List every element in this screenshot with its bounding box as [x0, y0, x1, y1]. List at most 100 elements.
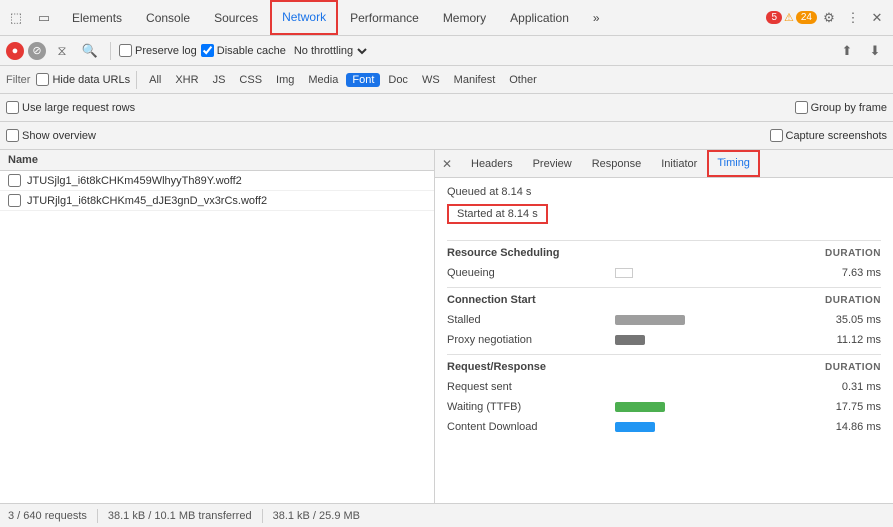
warning-badge: 24 [796, 11, 817, 24]
ttfb-bar-area [615, 400, 803, 414]
file-item-1[interactable]: JTUSjlg1_i6t8kCHKm459WlhyyTh89Y.woff2 [0, 171, 434, 191]
proxy-bar-area [615, 333, 803, 347]
divider [110, 42, 111, 60]
filter-doc[interactable]: Doc [382, 73, 414, 87]
section-resource-scheduling: Resource Scheduling DURATION [447, 240, 881, 263]
queued-at-text: Queued at 8.14 s [447, 186, 881, 198]
throttle-select[interactable]: No throttling [290, 44, 370, 58]
close-panel-button[interactable]: ✕ [437, 154, 457, 174]
tab-sources[interactable]: Sources [202, 0, 270, 35]
options-bar-2: Show overview Capture screenshots [0, 122, 893, 150]
large-rows-label[interactable]: Use large request rows [6, 101, 135, 114]
network-toolbar: ● ⊘ ⧖ 🔍 Preserve log Disable cache No th… [0, 36, 893, 66]
hide-data-urls-checkbox[interactable] [36, 73, 49, 86]
undock-icon[interactable]: ✕ [865, 6, 889, 30]
settings-icon[interactable]: ⚙ [817, 6, 841, 30]
file-name-2: JTURjlg1_i6t8kCHKm45_dJE3gnD_vx3rCs.woff… [27, 195, 267, 207]
stalled-bar [615, 315, 685, 325]
tab-more[interactable]: » [581, 0, 612, 35]
record-button[interactable]: ● [6, 42, 24, 60]
file-list-header: Name [0, 150, 434, 171]
tab-icons: ⬚ ▭ [4, 6, 56, 30]
more-icon[interactable]: ⋮ [841, 6, 865, 30]
preserve-log-label[interactable]: Preserve log [119, 44, 197, 57]
timing-tab-response[interactable]: Response [582, 150, 652, 177]
tab-application[interactable]: Application [498, 0, 581, 35]
requests-count: 3 / 640 requests [8, 510, 87, 522]
queueing-bar-area [615, 266, 803, 280]
preserve-log-checkbox[interactable] [119, 44, 132, 57]
tab-memory[interactable]: Memory [431, 0, 498, 35]
search-icon[interactable]: 🔍 [78, 39, 102, 63]
resources-size: 38.1 kB / 25.9 MB [273, 510, 360, 522]
capture-screenshots-checkbox[interactable] [770, 129, 783, 142]
file-list-panel: Name JTUSjlg1_i6t8kCHKm459WlhyyTh89Y.wof… [0, 150, 435, 503]
filter-manifest[interactable]: Manifest [448, 73, 502, 87]
row-stalled: Stalled 35.05 ms [447, 310, 881, 330]
group-by-frame-label[interactable]: Group by frame [795, 101, 887, 114]
download-bar [615, 422, 655, 432]
large-rows-checkbox[interactable] [6, 101, 19, 114]
filter-css[interactable]: CSS [233, 73, 268, 87]
tab-performance[interactable]: Performance [338, 0, 431, 35]
inspect-icon[interactable]: ⬚ [4, 6, 28, 30]
file-item-2[interactable]: JTURjlg1_i6t8kCHKm45_dJE3gnD_vx3rCs.woff… [0, 191, 434, 211]
tab-console[interactable]: Console [134, 0, 202, 35]
file-checkbox-2[interactable] [8, 194, 21, 207]
filter-label: Filter [6, 74, 30, 86]
tab-network[interactable]: Network [270, 0, 338, 35]
disable-cache-checkbox[interactable] [201, 44, 214, 57]
capture-screenshots-label[interactable]: Capture screenshots [770, 129, 888, 142]
divider2 [136, 71, 137, 89]
section-request-response: Request/Response DURATION [447, 354, 881, 377]
stalled-bar-area [615, 313, 803, 327]
row-content-download: Content Download 14.86 ms [447, 417, 881, 437]
options-bar-1: Use large request rows Group by frame [0, 94, 893, 122]
filter-img[interactable]: Img [270, 73, 300, 87]
filter-js[interactable]: JS [207, 73, 232, 87]
filter-xhr[interactable]: XHR [169, 73, 204, 87]
row-request-sent: Request sent 0.31 ms [447, 377, 881, 397]
timing-tab-timing[interactable]: Timing [707, 150, 760, 177]
proxy-bar [615, 335, 645, 345]
show-overview-checkbox[interactable] [6, 129, 19, 142]
timing-tabs: ✕ Headers Preview Response Initiator Tim… [435, 150, 893, 178]
timing-tab-preview[interactable]: Preview [523, 150, 582, 177]
started-at-box: Started at 8.14 s [447, 204, 548, 224]
filter-ws[interactable]: WS [416, 73, 446, 87]
status-bar: 3 / 640 requests 38.1 kB / 10.1 MB trans… [0, 503, 893, 527]
error-badge: 5 [766, 11, 782, 24]
filter-icon[interactable]: ⧖ [50, 39, 74, 63]
section-connection-start: Connection Start DURATION [447, 287, 881, 310]
ttfb-bar [615, 402, 665, 412]
file-checkbox-1[interactable] [8, 174, 21, 187]
filter-media[interactable]: Media [302, 73, 344, 87]
filter-all[interactable]: All [143, 73, 167, 87]
file-name-1: JTUSjlg1_i6t8kCHKm459WlhyyTh89Y.woff2 [27, 175, 242, 187]
queueing-bar [615, 268, 633, 278]
timing-tab-initiator[interactable]: Initiator [651, 150, 707, 177]
warning-icon: ⚠ [784, 11, 794, 24]
timing-panel: ✕ Headers Preview Response Initiator Tim… [435, 150, 893, 503]
tab-elements[interactable]: Elements [60, 0, 134, 35]
disable-cache-label[interactable]: Disable cache [201, 44, 286, 57]
clear-button[interactable]: ⊘ [28, 42, 46, 60]
devtools-window: ⬚ ▭ Elements Console Sources Network Per… [0, 0, 893, 527]
show-overview-label[interactable]: Show overview [6, 129, 96, 142]
status-divider-1 [97, 509, 98, 523]
row-waiting-ttfb: Waiting (TTFB) 17.75 ms [447, 397, 881, 417]
status-divider-2 [262, 509, 263, 523]
group-by-frame-checkbox[interactable] [795, 101, 808, 114]
download-bar-area [615, 420, 803, 434]
filter-bar: Filter Hide data URLs All XHR JS CSS Img… [0, 66, 893, 94]
export-icon[interactable]: ⬇ [863, 39, 887, 63]
timing-content: Queued at 8.14 s Started at 8.14 s Resou… [435, 178, 893, 445]
transferred-size: 38.1 kB / 10.1 MB transferred [108, 510, 252, 522]
filter-other[interactable]: Other [503, 73, 543, 87]
hide-data-urls-label[interactable]: Hide data URLs [36, 73, 130, 86]
device-icon[interactable]: ▭ [32, 6, 56, 30]
import-icon[interactable]: ⬆ [835, 39, 859, 63]
timing-tab-headers[interactable]: Headers [461, 150, 523, 177]
filter-font[interactable]: Font [346, 73, 380, 87]
devtools-tab-bar: ⬚ ▭ Elements Console Sources Network Per… [0, 0, 893, 36]
